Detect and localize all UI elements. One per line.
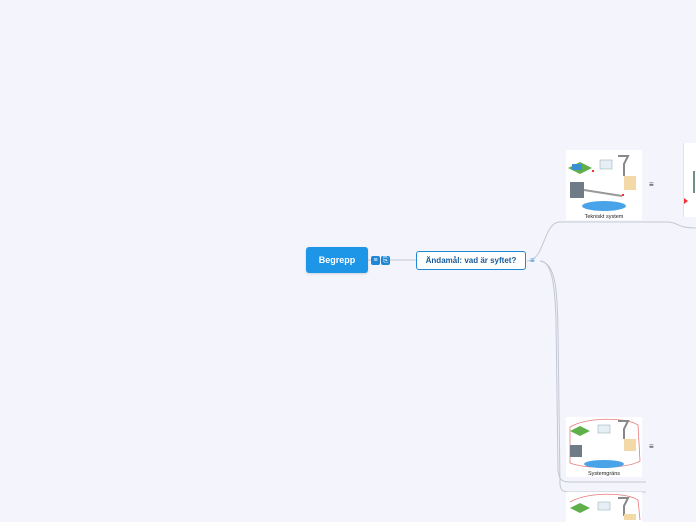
main-topic-label: Ändamål: vad är syftet? bbox=[425, 256, 517, 265]
main-topic[interactable]: Ändamål: vad är syftet? bbox=[416, 251, 526, 270]
notes-icon[interactable]: ≡ bbox=[530, 257, 535, 265]
subtopic-label: Tekniskt system bbox=[584, 214, 624, 220]
subtopic-third[interactable] bbox=[566, 492, 642, 522]
offscreen-node[interactable] bbox=[683, 143, 696, 217]
subtopic-label: Systemgräns bbox=[587, 471, 621, 477]
subtopic-tekniskt-system[interactable]: Tekniskt system bbox=[566, 150, 642, 220]
link-icon[interactable]: ⎘ bbox=[381, 256, 390, 265]
central-topic-label: Begrepp bbox=[318, 255, 356, 265]
notes-icon[interactable]: ≡ bbox=[649, 181, 654, 189]
subtopic-systemgrans[interactable]: Systemgräns bbox=[566, 417, 642, 477]
notes-icon[interactable]: ≡ bbox=[649, 443, 654, 451]
system-illustration bbox=[566, 150, 642, 212]
central-topic-icons: ≡ ⎘ bbox=[371, 256, 390, 265]
system-boundary-illustration bbox=[566, 417, 642, 469]
system-illustration bbox=[566, 492, 642, 520]
central-topic[interactable]: Begrepp bbox=[306, 247, 368, 273]
note-icon[interactable]: ≡ bbox=[371, 256, 380, 265]
line-to-tekniskt-system bbox=[526, 221, 696, 262]
